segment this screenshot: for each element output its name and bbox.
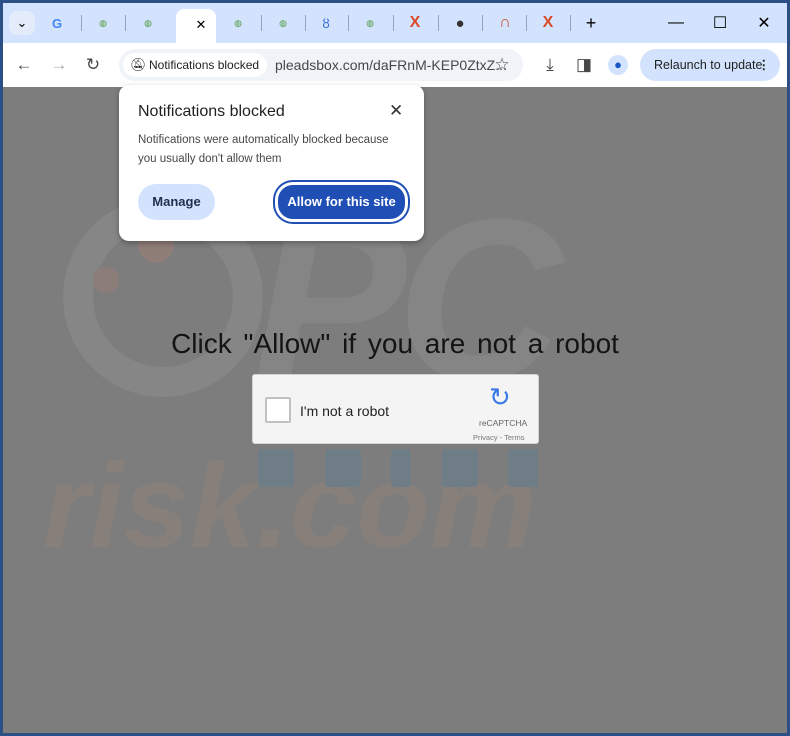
downloads-button[interactable]: ⤓ [539,55,561,75]
tab-google[interactable]: G [47,11,67,35]
toolbar: ← → ↻ 🔕︎ Notifications blocked pleadsbox… [3,43,787,87]
tab-ring[interactable]: ȣ [316,11,336,35]
reload-icon: ↻ [85,55,101,74]
close-icon: ✕ [389,101,404,120]
vfs-icon: ◍ [279,17,287,28]
vfs-icon: ◍ [234,17,242,28]
side-panel-icon: ◨ [575,55,593,74]
recaptcha-label: I'm not a robot [300,403,390,419]
close-icon: ✕ [195,17,207,32]
popup-close-button[interactable]: ✕ [389,101,403,121]
url-text[interactable]: pleadsbox.com/daFRnM-KEP0ZtxZ... [275,49,507,81]
manage-button[interactable]: Manage [138,184,215,220]
ring-icon: ȣ [322,15,330,31]
arrow-left-icon: ← [15,55,33,74]
close-window-button[interactable]: ✕ [753,11,775,35]
recaptcha-logo-icon: ↻ [489,382,511,412]
recaptcha-brand: reCAPTCHA [479,418,528,428]
tab-vfs-4[interactable]: ◍ [273,11,293,35]
tab-strip: ⌄ G ◍ ◍ ✕ ◍ ◍ ȣ ◍ X ● ∩ X + — ☐ ✕ [3,3,787,45]
tab-x-2[interactable]: X [538,11,558,35]
tab-x-1[interactable]: X [405,11,425,35]
address-bar[interactable]: 🔕︎ Notifications blocked pleadsbox.com/d… [119,49,523,81]
side-panel-button[interactable]: ◨ [573,55,595,75]
popup-title: Notifications blocked [138,103,285,120]
tab-search-button[interactable]: ⌄ [9,11,35,35]
google-icon: G [51,15,63,31]
vfs-icon: ◍ [366,17,374,28]
x-logo-icon: X [542,14,554,31]
x-logo-icon: X [409,14,421,31]
reload-button[interactable]: ↻ [82,55,104,75]
chevron-down-icon: ⌄ [16,15,28,30]
maximize-button[interactable]: ☐ [709,11,731,35]
relaunch-button[interactable]: Relaunch to update ⋮ [640,49,780,81]
magnet-icon: ∩ [499,14,511,31]
avatar-icon: ● [614,57,622,72]
tab-vfs-5[interactable]: ◍ [360,11,380,35]
popup-body: Notifications were automatically blocked… [138,134,389,165]
tab-vfs-3[interactable]: ◍ [228,11,248,35]
more-menu-icon[interactable]: ⋮ [758,49,771,81]
tab-close-button[interactable]: ✕ [191,13,211,37]
notifications-blocked-popup: Notifications blocked ✕ Notifications we… [119,85,424,241]
allow-for-this-site-button[interactable]: Allow for this site [275,182,408,222]
bookmark-star-button[interactable]: ☆ [491,55,513,75]
robot-illustration [258,449,538,489]
browser-window: ⌄ G ◍ ◍ ✕ ◍ ◍ ȣ ◍ X ● ∩ X + — ☐ ✕ ← → ↻ … [3,3,787,733]
vfs-icon: ◍ [144,17,152,28]
minimize-button[interactable]: — [665,11,687,35]
profile-button[interactable]: ● [608,55,628,75]
tab-magnet[interactable]: ∩ [495,11,515,35]
arrow-right-icon: → [50,55,68,74]
tab-vfs-2[interactable]: ◍ [138,11,158,35]
forward-button[interactable]: → [48,55,70,75]
minimize-icon: — [668,14,684,31]
bell-off-icon: 🔕︎ [130,57,147,72]
relaunch-label: Relaunch to update [654,58,763,72]
headline: Click "Allow" if you are not a robot [171,328,619,359]
notifications-blocked-chip[interactable]: 🔕︎ Notifications blocked [123,53,268,77]
vfs-icon: ◍ [99,17,107,28]
tab-globe[interactable]: ● [450,11,470,35]
back-button[interactable]: ← [13,55,35,75]
star-icon: ☆ [494,55,510,74]
maximize-icon: ☐ [712,15,728,32]
chip-label: Notifications blocked [149,58,260,72]
watermark-dot [93,267,119,293]
recaptcha-checkbox[interactable] [265,397,291,423]
new-tab-button[interactable]: + [581,11,601,35]
tab-vfs-1[interactable]: ◍ [93,11,113,35]
globe-icon: ● [455,14,465,32]
plus-icon: + [585,12,597,33]
download-icon: ⤓ [546,55,554,74]
close-icon: ✕ [757,15,771,32]
recaptcha-widget: I'm not a robot ↻ reCAPTCHA Privacy - Te… [252,374,539,444]
recaptcha-links[interactable]: Privacy - Terms [473,433,525,442]
